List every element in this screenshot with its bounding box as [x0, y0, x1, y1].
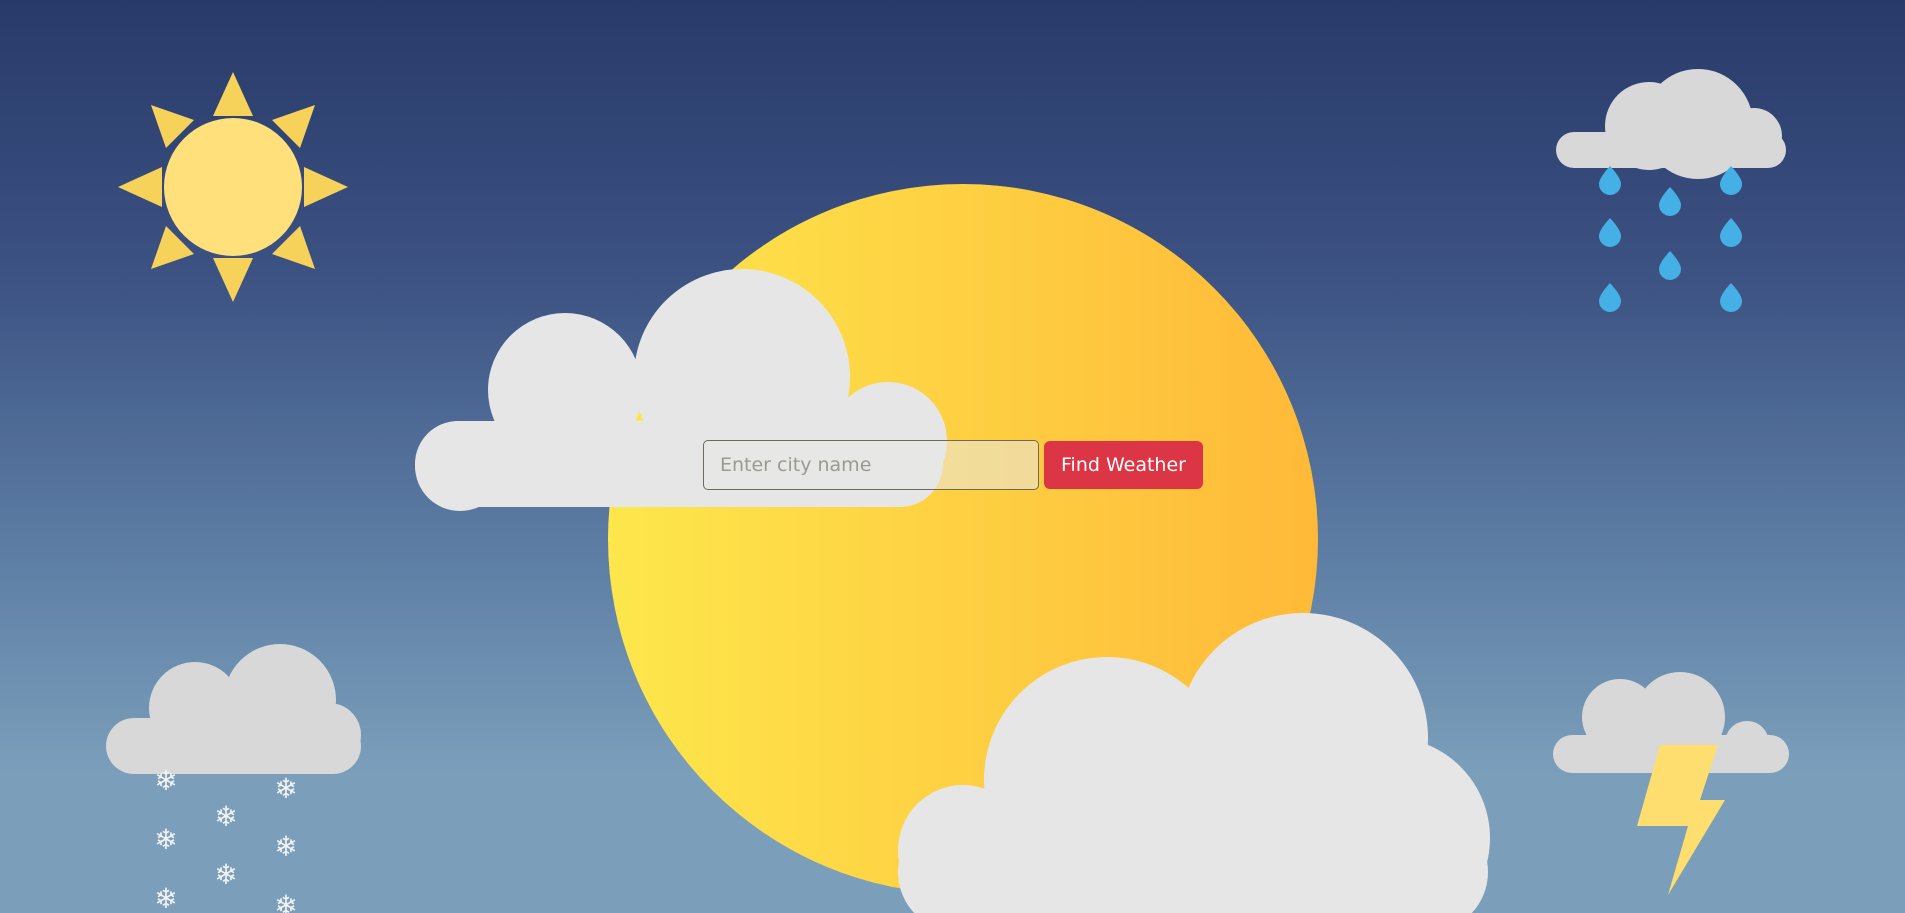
svg-text:❄: ❄	[214, 800, 237, 833]
svg-text:❄: ❄	[154, 882, 177, 913]
rain-cloud-icon	[1556, 69, 1786, 312]
thunder-cloud-icon	[1553, 672, 1789, 895]
find-weather-button[interactable]: Find Weather	[1044, 440, 1203, 489]
svg-text:❄: ❄	[274, 772, 297, 805]
svg-text:❄: ❄	[214, 858, 237, 891]
snow-cloud-icon: ❄ ❄ ❄ ❄ ❄ ❄ ❄ ❄	[106, 644, 361, 913]
svg-text:❄: ❄	[274, 830, 297, 863]
svg-text:❄: ❄	[274, 889, 297, 913]
sun-icon	[118, 72, 348, 302]
city-input[interactable]	[703, 439, 1039, 490]
svg-text:❄: ❄	[154, 764, 177, 797]
svg-text:❄: ❄	[154, 823, 177, 856]
search-bar: Find Weather	[703, 439, 1203, 490]
